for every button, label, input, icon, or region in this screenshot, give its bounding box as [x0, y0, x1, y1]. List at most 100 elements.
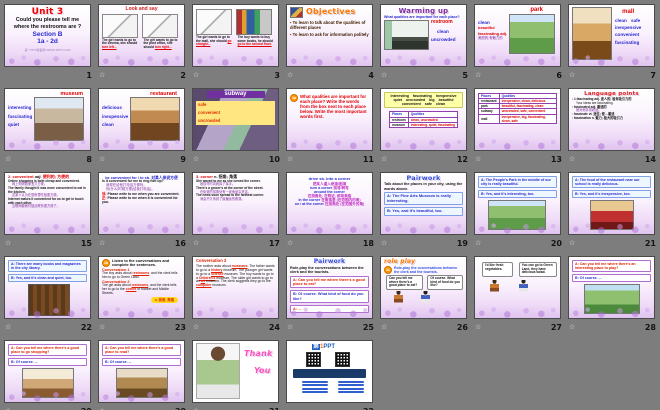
- text-line: 正: Please write to me when it is conveni…: [102, 197, 181, 205]
- slide-27-thumbnail[interactable]: I'd like fresh vegetables.You can go to …: [474, 256, 561, 319]
- text-box: A: The People's Park in the middle of ou…: [478, 176, 557, 188]
- slide-32-thumbnail[interactable]: 第1PPT: [286, 340, 373, 403]
- slide-meta: ☆15: [5, 237, 92, 249]
- slide-cell: PairworkRole-play the conversations betw…: [284, 253, 378, 337]
- slide-4-thumbnail[interactable]: Objectives ▪ To learn to talk about the q…: [286, 4, 373, 67]
- qualities-cell: interesting, quiet, fascinating: [408, 122, 457, 127]
- slide-3-thumbnail[interactable]: The girl wants to go to the mall, she sh…: [192, 4, 279, 67]
- row-group: Can you tell me where there's a good pla…: [386, 275, 463, 290]
- slide-11-thumbnail[interactable]: 1aWhat qualities are important for each …: [286, 88, 373, 151]
- link-line[interactable]: [338, 391, 364, 393]
- animation-star-icon: ☆: [569, 324, 575, 331]
- place-cell: restroom: [389, 117, 408, 122]
- qualities-table: PlacesQualitiesrestaurantinexpensive, cl…: [478, 93, 557, 124]
- slide-6-thumbnail[interactable]: parkcleanbeautifulfascinating adj.美丽的;有魅…: [474, 4, 561, 67]
- slide-meta: ☆8: [5, 153, 92, 165]
- slide-26-thumbnail[interactable]: role play1cRole-play the conversations b…: [380, 256, 467, 319]
- link-list: [302, 381, 328, 394]
- text-box: B: Yes, and it's beautiful, too.: [384, 207, 463, 216]
- slide-31-thumbnail[interactable]: ThankYou: [192, 340, 279, 403]
- slide-21-thumbnail[interactable]: A: The food of the restaurant near our s…: [568, 172, 655, 235]
- slide-30-thumbnail[interactable]: A: Can you tell me where there's a good …: [98, 340, 185, 403]
- slide-20-thumbnail[interactable]: A: The People's Park in the middle of ou…: [474, 172, 561, 235]
- row-group: Objectives: [290, 7, 369, 18]
- quality-chip: uncrowded: [196, 118, 222, 123]
- slide-cell: Conversation 3The mother asks about muse…: [190, 253, 284, 337]
- slide-8-thumbnail[interactable]: museuminterestingfascinatingquiet: [4, 88, 91, 151]
- slide-25-thumbnail[interactable]: PairworkRole-play the conversations betw…: [286, 256, 373, 319]
- slide-15-thumbnail[interactable]: 2. convenient adj. 便利的; 方便的Online shoppi…: [4, 172, 91, 235]
- row-group: [116, 368, 181, 398]
- text-line: Talk about the places in your city, usin…: [384, 182, 463, 191]
- slide-5-thumbnail[interactable]: Warming upWhat qualities are important f…: [380, 4, 467, 67]
- text-line: The girl wants to go to the cinema, she …: [102, 39, 140, 50]
- slide-number: 21: [645, 239, 656, 248]
- museum-photo: [34, 97, 84, 141]
- slide-meta: ☆24: [193, 321, 280, 333]
- slide-sorter-grid: Unit 3Could you please tell mewhere the …: [0, 0, 660, 410]
- text-line: quiet: [8, 122, 32, 127]
- text-line: The girl wants to go to the post office,…: [144, 39, 182, 50]
- link-line[interactable]: [302, 391, 328, 393]
- slide-17-thumbnail[interactable]: 3. corner n. 拐角; 角落She waved to me as sh…: [192, 172, 279, 235]
- slide-number: 25: [363, 323, 374, 332]
- subway-title: subway: [207, 91, 265, 98]
- slide-24-thumbnail[interactable]: Conversation 3The mother asks about muse…: [192, 256, 279, 319]
- park-photo: [488, 200, 546, 230]
- slide-16-thumbnail[interactable]: be convenient for / to sb. 对某人来说方便Is it …: [98, 172, 185, 235]
- slide-18-thumbnail[interactable]: drive sb. into a corner把某人逼入绝境/困境turn a …: [286, 172, 373, 235]
- slide-9-thumbnail[interactable]: restaurantdeliciousinexpensiveclean: [98, 88, 185, 151]
- text-line: Role-play the conversations between the …: [394, 266, 460, 274]
- slide-1-thumbnail[interactable]: Unit 3Could you please tell mewhere the …: [4, 4, 91, 67]
- slide-28-thumbnail[interactable]: A: Can you tell me where there's an inte…: [568, 256, 655, 319]
- turn-left-picture: [102, 14, 138, 38]
- slide-meta: ☆19: [381, 237, 468, 249]
- slide-2-thumbnail[interactable]: Look and sayThe girl wants to go to the …: [98, 4, 185, 67]
- text-segment: on / at the corner: [295, 202, 325, 206]
- link-line[interactable]: [338, 388, 364, 390]
- slide-meta: ☆4: [287, 69, 374, 81]
- restaurant-photo: [590, 200, 634, 230]
- slide-12-thumbnail[interactable]: interesting fascinating inexpensive quie…: [380, 88, 467, 151]
- link-line[interactable]: [338, 384, 364, 386]
- animation-star-icon: ☆: [99, 324, 105, 331]
- slide-meta: ☆7: [569, 69, 656, 81]
- row-group: 第1PPT: [312, 344, 369, 351]
- link-line[interactable]: [338, 381, 364, 383]
- slide-10-thumbnail[interactable]: subwaysafeconvenientuncrowded: [192, 88, 279, 151]
- slide-7-thumbnail[interactable]: mallclean safeinexpensiveconvenientfasci…: [568, 4, 655, 67]
- slide-number: 29: [81, 407, 92, 410]
- quality-chip: safe: [196, 102, 208, 107]
- column-group: ThankYou: [244, 349, 273, 399]
- row-group: [306, 352, 369, 367]
- link-line[interactable]: [302, 384, 328, 386]
- clerk-figure: [519, 280, 528, 293]
- slide-number: 7: [650, 71, 656, 80]
- column-group: deliciousinexpensiveclean: [102, 105, 128, 141]
- link-line[interactable]: [302, 381, 328, 383]
- slide-cell: A: The food of the restaurant near our s…: [566, 169, 660, 253]
- slide-cell: subwaysafeconvenientuncrowded☆10: [190, 85, 284, 169]
- slide-cell: I'd like fresh vegetables.You can go to …: [472, 253, 566, 337]
- text-box: A: Can you tell me where there's a good …: [8, 344, 87, 356]
- slide-number: 13: [551, 155, 562, 164]
- slide-14-thumbnail[interactable]: Language points• 1.fascinating adj. 迷人的;…: [568, 88, 655, 151]
- animation-star-icon: ☆: [475, 240, 481, 247]
- text-segment: computer: [196, 283, 211, 287]
- text-line: ▪ To learn to talk about the qualities o…: [290, 21, 369, 31]
- slide-cell: museuminterestingfascinatingquiet ☆8: [2, 85, 96, 169]
- text-segment: 在拐角处 (在范围外的角): [325, 202, 364, 206]
- column-group: cleanbeautifulfascinating adj.美丽的;有魅力的: [478, 20, 507, 54]
- text-segment: turn right...: [155, 45, 172, 49]
- slide-23-thumbnail[interactable]: 1bListen to the conversations and comple…: [98, 256, 185, 319]
- slide-13-thumbnail[interactable]: PlacesQualitiesrestaurantinexpensive, cl…: [474, 88, 561, 151]
- slide-22-thumbnail[interactable]: A: There are many books and magazines in…: [4, 256, 91, 319]
- tourist-figure: [394, 291, 403, 304]
- slide-cell: Objectives ▪ To learn to talk about the q…: [284, 1, 378, 85]
- slide-29-thumbnail[interactable]: A: Can you tell me where there's a good …: [4, 340, 91, 403]
- slide-cell: Look and sayThe girl wants to go to the …: [96, 1, 190, 85]
- slide-19-thumbnail[interactable]: PairworkTalk about the places in your ci…: [380, 172, 467, 235]
- text-box: B: Of course. ...: [102, 358, 181, 366]
- slide-meta: 1: [5, 69, 92, 81]
- link-line[interactable]: [302, 388, 328, 390]
